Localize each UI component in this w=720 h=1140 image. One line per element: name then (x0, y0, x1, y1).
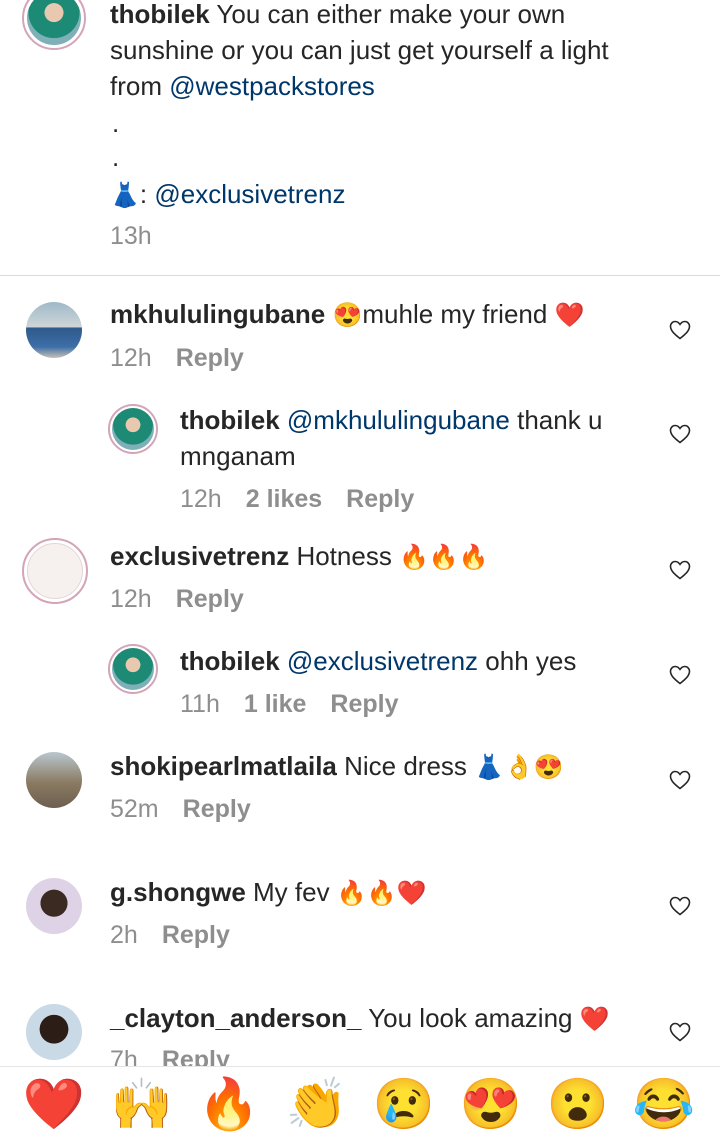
comment: shokipearlmatlaila Nice dress 👗👌😍 (110, 748, 670, 786)
likes-count[interactable]: 1 like (244, 690, 307, 718)
comment: exclusivetrenz Hotness 🔥🔥🔥 (110, 538, 670, 576)
heart-outline-icon[interactable] (668, 318, 692, 342)
comment-username[interactable]: g.shongwe (110, 877, 246, 907)
likes-count[interactable]: 2 likes (246, 485, 322, 513)
dress-ok-heart-eyes-icon: 👗👌😍 (474, 754, 564, 781)
comment-time: 52m (110, 795, 159, 823)
caption-text-line1: You can either make your own (209, 0, 566, 29)
fire-icon[interactable]: 🔥 (197, 1073, 261, 1135)
caption-divider (0, 275, 720, 276)
comment-text: Nice dress (336, 751, 475, 781)
mention-mkhululingubane[interactable]: @mkhululingubane (287, 405, 510, 435)
comment-text-line2: mnganam (180, 441, 296, 471)
comment-username[interactable]: shokipearlmatlaila (110, 751, 337, 781)
avatar[interactable] (108, 644, 158, 694)
caption-time: 13h (110, 222, 152, 250)
avatar[interactable] (26, 878, 82, 934)
mention-exclusivetrenz[interactable]: @exclusivetrenz (287, 646, 478, 676)
caption: thobilek You can either make your own su… (110, 0, 700, 104)
caption-colon: : (139, 179, 155, 209)
comment-reply: thobilek @mkhululingubane thank u mngana… (180, 402, 650, 474)
heart-outline-icon[interactable] (668, 1020, 692, 1044)
surprised-face-icon[interactable]: 😮 (546, 1073, 610, 1135)
caption-text-line3: from (110, 71, 170, 101)
comment-text: You look amazing (361, 1003, 580, 1033)
heart-eyes-icon[interactable]: 😍 (459, 1073, 523, 1135)
comment-meta: 2h Reply (110, 921, 254, 950)
crying-face-icon[interactable]: 😢 (372, 1073, 436, 1135)
caption-username[interactable]: thobilek (110, 0, 210, 29)
comment-text: My fev (245, 877, 337, 907)
avatar[interactable] (26, 302, 82, 358)
comment-username[interactable]: _clayton_anderson_ (110, 1003, 361, 1033)
heart-eyes-icon: 😍 (332, 302, 363, 329)
red-heart-icon: ❤️ (579, 1006, 610, 1033)
comment-meta: 11h 1 like Reply (180, 690, 423, 719)
comment-time: 12h (110, 585, 152, 613)
comment-text: muhle my friend (362, 299, 555, 329)
raising-hands-icon[interactable]: 🙌 (110, 1073, 174, 1135)
red-heart-icon[interactable]: ❤️ (22, 1073, 86, 1135)
avatar[interactable] (22, 538, 88, 604)
reply-button[interactable]: Reply (330, 690, 398, 718)
tears-of-joy-icon[interactable]: 😂 (632, 1073, 696, 1135)
avatar[interactable] (26, 1004, 82, 1060)
comment: g.shongwe My fev 🔥🔥❤️ (110, 874, 670, 912)
comment-username[interactable]: thobilek (180, 646, 280, 676)
heart-outline-icon[interactable] (668, 894, 692, 918)
comment-text: Hotness (289, 541, 400, 571)
caption-avatar[interactable] (22, 0, 86, 50)
emoji-reaction-bar: ❤️ 🙌 🔥 👏 😢 😍 😮 😂 (0, 1066, 720, 1140)
dress-icon: 👗 (110, 182, 140, 209)
comment-time: 12h (110, 344, 152, 372)
heart-outline-icon[interactable] (668, 422, 692, 446)
reply-button[interactable]: Reply (176, 344, 244, 372)
comment-meta: 52m Reply (110, 795, 275, 824)
caption-dot-2: . (112, 142, 120, 172)
fire-heart-icon: 🔥🔥❤️ (336, 880, 427, 907)
caption-credit: 👗: @exclusivetrenz (110, 176, 345, 214)
heart-outline-icon[interactable] (668, 768, 692, 792)
heart-outline-icon[interactable] (668, 663, 692, 687)
comment-time: 12h (180, 485, 222, 513)
comment-text: ohh yes (478, 646, 577, 676)
red-heart-icon: ❤️ (554, 302, 585, 329)
reply-button[interactable]: Reply (162, 921, 230, 949)
comment: _clayton_anderson_ You look amazing ❤️ (110, 1000, 670, 1038)
caption-dot-1: . (112, 108, 120, 138)
comment-meta: 12h 2 likes Reply (180, 485, 438, 514)
comment-username[interactable]: mkhululingubane (110, 299, 325, 329)
fire-icon: 🔥🔥🔥 (399, 544, 489, 571)
comment-username[interactable]: exclusivetrenz (110, 541, 289, 571)
comment-reply: thobilek @exclusivetrenz ohh yes (180, 643, 650, 679)
reply-button[interactable]: Reply (183, 795, 251, 823)
reply-button[interactable]: Reply (346, 485, 414, 513)
comment-meta: 12h Reply (110, 585, 268, 614)
mention-westpackstores[interactable]: @westpackstores (169, 71, 375, 101)
caption-text-line2: sunshine or you can just get yourself a … (110, 35, 609, 65)
clapping-hands-icon[interactable]: 👏 (285, 1073, 349, 1135)
avatar[interactable] (108, 404, 158, 454)
comment: mkhululingubane 😍muhle my friend ❤️ (110, 296, 670, 334)
comment-username[interactable]: thobilek (180, 405, 280, 435)
reply-button[interactable]: Reply (176, 585, 244, 613)
mention-exclusivetrenz[interactable]: @exclusivetrenz (154, 179, 345, 209)
comment-time: 11h (180, 690, 220, 718)
comment-time: 2h (110, 921, 138, 949)
heart-outline-icon[interactable] (668, 558, 692, 582)
comment-text: thank u (509, 405, 603, 435)
avatar[interactable] (26, 752, 82, 808)
comment-meta: 12h Reply (110, 344, 268, 373)
